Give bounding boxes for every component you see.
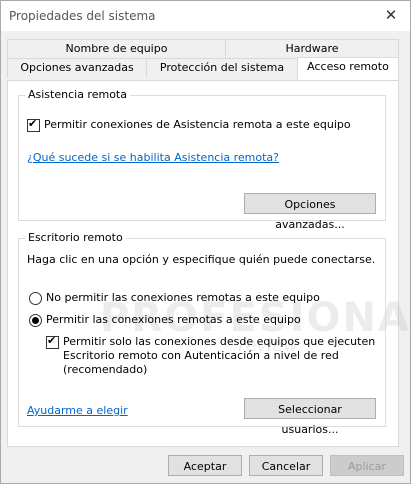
- tab-proteccion-del-sistema[interactable]: Protección del sistema: [146, 58, 298, 78]
- accept-button[interactable]: Aceptar: [168, 455, 242, 476]
- tab-hardware[interactable]: Hardware: [225, 39, 399, 59]
- checkmark-icon: ✔: [28, 117, 38, 130]
- tab-acceso-remoto[interactable]: Acceso remoto: [297, 57, 399, 80]
- tab-label: Nombre de equipo: [65, 42, 168, 55]
- window-title: Propiedades del sistema: [9, 9, 156, 23]
- deny-remote-label[interactable]: No permitir las conexiones remotas a est…: [46, 291, 320, 304]
- allow-remote-label[interactable]: Permitir las conexiones remotas a este e…: [46, 313, 301, 326]
- select-users-button[interactable]: Seleccionar usuarios...: [244, 398, 376, 436]
- cancel-button[interactable]: Cancelar: [249, 455, 323, 476]
- tab-nombre-de-equipo[interactable]: Nombre de equipo: [7, 39, 226, 59]
- deny-remote-radio[interactable]: [29, 292, 42, 305]
- tab-label: Hardware: [285, 42, 339, 55]
- remote-assistance-help-link[interactable]: ¿Qué sucede si se habilita Asistencia re…: [27, 151, 279, 164]
- close-icon[interactable]: ✕: [380, 4, 402, 26]
- system-properties-dialog: Propiedades del sistema ✕ Nombre de equi…: [0, 0, 411, 484]
- tab-label: Opciones avanzadas: [20, 61, 134, 74]
- checkmark-icon: ✔: [47, 334, 57, 347]
- tab-label: Protección del sistema: [159, 61, 285, 74]
- tab-opciones-avanzadas[interactable]: Opciones avanzadas: [7, 58, 147, 78]
- nla-checkbox[interactable]: ✔: [46, 334, 59, 349]
- allow-remote-assistance-label[interactable]: Permitir conexiones de Asistencia remota…: [44, 118, 351, 131]
- help-me-choose-link[interactable]: Ayudarme a elegir: [27, 404, 128, 417]
- nla-label-line3[interactable]: (recomendado): [63, 363, 147, 376]
- remote-desktop-instructions: Haga clic en una opción y especifique qu…: [27, 253, 376, 266]
- allow-remote-assistance-checkbox[interactable]: ✔: [27, 117, 40, 132]
- remote-assistance-title: Asistencia remota: [25, 88, 130, 101]
- allow-remote-radio[interactable]: [29, 314, 42, 327]
- nla-label-line2[interactable]: Escritorio remoto con Autenticación a ni…: [63, 349, 339, 362]
- advanced-options-button[interactable]: Opciones avanzadas...: [244, 193, 376, 231]
- tab-panel-acceso-remoto: PROFESIONAL review Asistencia remota ✔ P…: [7, 80, 411, 447]
- remote-assistance-group: Asistencia remota ✔ Permitir conexiones …: [18, 88, 386, 231]
- nla-label-line1[interactable]: Permitir solo las conexiones desde equip…: [63, 335, 375, 348]
- apply-button[interactable]: Aplicar: [330, 455, 404, 476]
- remote-desktop-title: Escritorio remoto: [25, 231, 126, 244]
- remote-desktop-group: Escritorio remoto Haga clic en una opció…: [18, 231, 386, 436]
- radio-selected-dot: [32, 317, 39, 324]
- tab-label: Acceso remoto: [307, 60, 389, 73]
- title-bar: Propiedades del sistema ✕: [1, 1, 410, 31]
